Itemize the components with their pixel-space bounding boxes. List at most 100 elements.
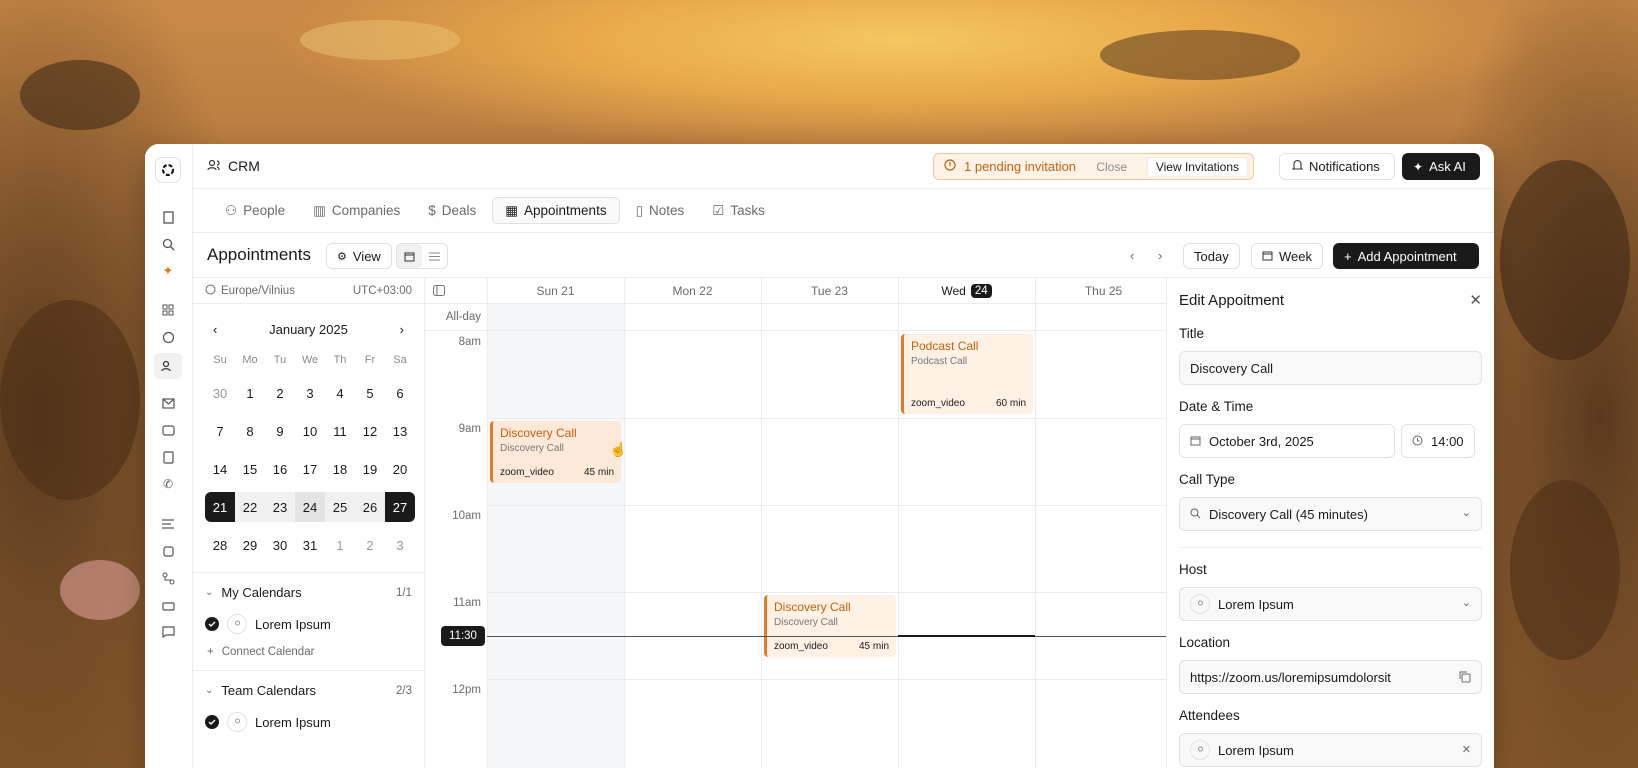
today-button[interactable]: Today [1183, 243, 1240, 269]
mini-calendar-day[interactable]: 15 [235, 454, 265, 484]
chevron-down-icon[interactable]: ⌄ [205, 587, 213, 598]
mini-calendar-day[interactable]: 23 [265, 492, 295, 522]
mini-calendar-day[interactable]: 31 [295, 530, 325, 560]
event-card[interactable]: Discovery Call Discovery Call zoom_video… [490, 421, 627, 483]
mini-calendar-day[interactable]: 9 [265, 416, 295, 446]
close-icon[interactable]: ✕ [1469, 291, 1482, 309]
calendar-item[interactable]: Lorem Ipsum [205, 614, 412, 634]
mini-calendar-day[interactable]: 19 [355, 454, 385, 484]
mini-calendar-day[interactable]: 24 [295, 492, 325, 522]
mini-calendar-day[interactable]: 8 [235, 416, 265, 446]
add-appointment-button[interactable]: + Add Appointment [1333, 243, 1479, 269]
invitation-close-button[interactable]: Close [1096, 160, 1127, 174]
sparkle-icon[interactable]: ✦ [159, 262, 177, 280]
tab-people[interactable]: ⚇ People [213, 197, 297, 224]
tab-companies[interactable]: ▥ Companies [301, 197, 412, 224]
view-invitations-button[interactable]: View Invitations [1146, 157, 1248, 177]
mini-calendar-day[interactable]: 25 [325, 492, 355, 522]
connect-calendar-link[interactable]: + Connect Calendar [205, 646, 412, 658]
mini-calendar-day[interactable]: 12 [355, 416, 385, 446]
chevron-right-icon[interactable]: › [1158, 248, 1162, 263]
calendar-item[interactable]: Lorem Ipsum [205, 712, 412, 732]
document-icon[interactable] [159, 448, 177, 466]
call-type-select[interactable]: Discovery Call (45 minutes) ⌄ [1179, 497, 1482, 531]
day-column-header[interactable]: Thu 25 [1035, 278, 1166, 304]
day-column-header[interactable]: Tue 23 [761, 278, 898, 304]
mini-calendar-day[interactable]: 18 [325, 454, 355, 484]
mini-calendar-day[interactable]: 30 [265, 530, 295, 560]
phone-icon[interactable]: ✆ [159, 475, 177, 493]
calendar-view-icon[interactable] [397, 244, 422, 268]
day-column-header[interactable]: Sun 21 [487, 278, 624, 304]
building-icon[interactable] [159, 208, 177, 226]
briefcase-icon[interactable] [159, 596, 177, 614]
check-icon[interactable] [205, 715, 219, 729]
mini-calendar-day[interactable]: 29 [235, 530, 265, 560]
tab-appointments[interactable]: ▦ Appointments [492, 197, 620, 224]
mini-calendar-day[interactable]: 11 [325, 416, 355, 446]
host-select[interactable]: Lorem Ipsum ⌄ [1179, 587, 1482, 621]
title-input[interactable]: Discovery Call [1179, 351, 1482, 385]
event-card[interactable]: Podcast Call Podcast Call zoom_video 60 m… [901, 334, 1033, 414]
mini-calendar-day[interactable]: 10 [295, 416, 325, 446]
tab-tasks[interactable]: ☑ Tasks [700, 197, 777, 224]
list-view-icon[interactable] [422, 244, 447, 268]
mini-calendar-day[interactable]: 16 [265, 454, 295, 484]
week-button[interactable]: Week [1251, 243, 1323, 269]
remove-icon[interactable]: ✕ [1462, 743, 1471, 756]
location-input[interactable]: https://zoom.us/loremipsumdolorsit [1179, 660, 1482, 694]
users-icon[interactable] [154, 353, 182, 379]
workflow-icon[interactable] [159, 569, 177, 587]
event-subtitle: Podcast Call [911, 356, 968, 367]
app-logo[interactable] [155, 157, 181, 183]
copy-icon[interactable] [1459, 671, 1471, 686]
chevron-down-icon[interactable]: ⌄ [205, 685, 213, 696]
chevron-left-icon[interactable]: ‹ [205, 322, 225, 337]
attendee-chip[interactable]: Lorem Ipsum ✕ [1179, 733, 1482, 767]
inbox-icon[interactable] [159, 421, 177, 439]
mini-calendar-day[interactable]: 30 [205, 378, 235, 408]
mail-icon[interactable] [159, 394, 177, 412]
mini-calendar-day[interactable]: 27 [385, 492, 415, 522]
mini-calendar-day[interactable]: 3 [385, 530, 415, 560]
mini-calendar-day[interactable]: 28 [205, 530, 235, 560]
tab-notes[interactable]: ▯ Notes [624, 197, 697, 224]
search-icon[interactable] [159, 235, 177, 253]
notifications-button[interactable]: Notifications [1279, 153, 1395, 180]
chevron-left-icon[interactable]: ‹ [1130, 248, 1134, 263]
mini-calendar-day[interactable]: 2 [265, 378, 295, 408]
host-value: Lorem Ipsum [1218, 596, 1294, 612]
mini-calendar-day[interactable]: 22 [235, 492, 265, 522]
mini-calendar-day[interactable]: 4 [325, 378, 355, 408]
mini-calendar-day[interactable]: 3 [295, 378, 325, 408]
mini-calendar-day[interactable]: 2 [355, 530, 385, 560]
list-icon[interactable] [159, 515, 177, 533]
mini-calendar-day[interactable]: 1 [235, 378, 265, 408]
mini-calendar-day[interactable]: 20 [385, 454, 415, 484]
mini-calendar-day[interactable]: 5 [355, 378, 385, 408]
mini-calendar-day[interactable]: 6 [385, 378, 415, 408]
mini-calendar-day[interactable]: 21 [205, 492, 235, 522]
ask-ai-button[interactable]: ✦ Ask AI [1402, 153, 1480, 180]
mini-calendar-day[interactable]: 13 [385, 416, 415, 446]
day-column-header[interactable]: Mon 22 [624, 278, 761, 304]
chevron-right-icon[interactable]: › [392, 322, 412, 337]
chip-icon[interactable] [159, 542, 177, 560]
sidebar-toggle-icon[interactable] [433, 285, 445, 299]
tab-deals[interactable]: $ Deals [416, 197, 488, 224]
mini-calendar-day[interactable]: 14 [205, 454, 235, 484]
mini-calendar-day[interactable]: 26 [355, 492, 385, 522]
date-picker[interactable]: October 3rd, 2025 [1179, 424, 1395, 458]
mini-calendar-day[interactable]: 1 [325, 530, 355, 560]
grid-icon[interactable] [159, 301, 177, 319]
chat-icon[interactable] [159, 623, 177, 641]
globe-icon[interactable] [159, 328, 177, 346]
check-icon[interactable] [205, 617, 219, 631]
timezone-row[interactable]: Europe/Vilnius UTC+03:00 [193, 278, 424, 304]
time-picker[interactable]: 14:00 [1401, 424, 1475, 458]
event-card[interactable]: Discovery Call Discovery Call zoom_video… [764, 595, 896, 657]
day-column-header-today[interactable]: Wed 24 [898, 278, 1035, 304]
mini-calendar-day[interactable]: 7 [205, 416, 235, 446]
mini-calendar-day[interactable]: 17 [295, 454, 325, 484]
view-button[interactable]: ⚙ View [326, 243, 392, 269]
